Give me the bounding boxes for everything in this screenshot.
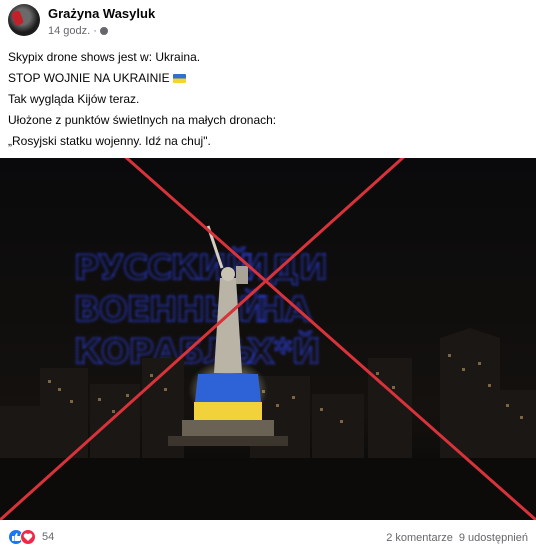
drone-line: ИДИ bbox=[240, 248, 327, 288]
post-text-line: „Rosyjski statku wojenny. Idź na chuj". bbox=[8, 134, 211, 148]
post-text-line-content: STOP WOJNIE NA UKRAINIE bbox=[8, 71, 170, 85]
kyiv-drone-show-photo: РУССКИЙ ВОЕННЫЙ КОРАБЛЬ ИДИ НА Х*Й bbox=[0, 158, 536, 520]
reactions[interactable]: 54 bbox=[8, 529, 54, 545]
meta-separator: · bbox=[93, 25, 97, 37]
ground bbox=[0, 458, 536, 520]
author-name[interactable]: Grażyna Wasyluk bbox=[48, 6, 155, 21]
comments-count-link[interactable]: 2 komentarze bbox=[386, 532, 453, 544]
shares-count-link[interactable]: 9 udostępnień bbox=[459, 532, 528, 544]
avatar-accent bbox=[10, 9, 25, 27]
post-text-line: Ułożone z punktów świetlnych na małych d… bbox=[8, 113, 277, 127]
avatar[interactable] bbox=[8, 4, 40, 36]
reaction-count[interactable]: 54 bbox=[42, 531, 54, 543]
post-time[interactable]: 14 godz. bbox=[48, 25, 90, 37]
post-photo[interactable]: РУССКИЙ ВОЕННЫЙ КОРАБЛЬ ИДИ НА Х*Й bbox=[0, 158, 536, 520]
post-meta: 14 godz. · bbox=[48, 25, 108, 37]
post-text-line: STOP WOJNIE NA UKRAINIE bbox=[8, 68, 528, 89]
post-text-line: Skypix drone shows jest w: Ukraina. bbox=[8, 50, 201, 64]
post-text: Skypix drone shows jest w: Ukraina. STOP… bbox=[8, 47, 528, 152]
facebook-post: Grażyna Wasyluk 14 godz. · Skypix drone … bbox=[0, 0, 536, 554]
love-icon bbox=[20, 529, 36, 545]
ukraine-flag-icon bbox=[172, 74, 186, 83]
audience-globe-icon[interactable] bbox=[99, 27, 108, 35]
post-stats: 2 komentarze 9 udostępnień bbox=[386, 532, 528, 544]
post-header: Grażyna Wasyluk 14 godz. · bbox=[0, 0, 536, 40]
post-footer: 54 2 komentarze 9 udostępnień bbox=[0, 527, 536, 549]
post-text-line: Tak wygląda Kijów teraz. bbox=[8, 92, 140, 106]
drone-line: Х*Й bbox=[248, 331, 320, 372]
